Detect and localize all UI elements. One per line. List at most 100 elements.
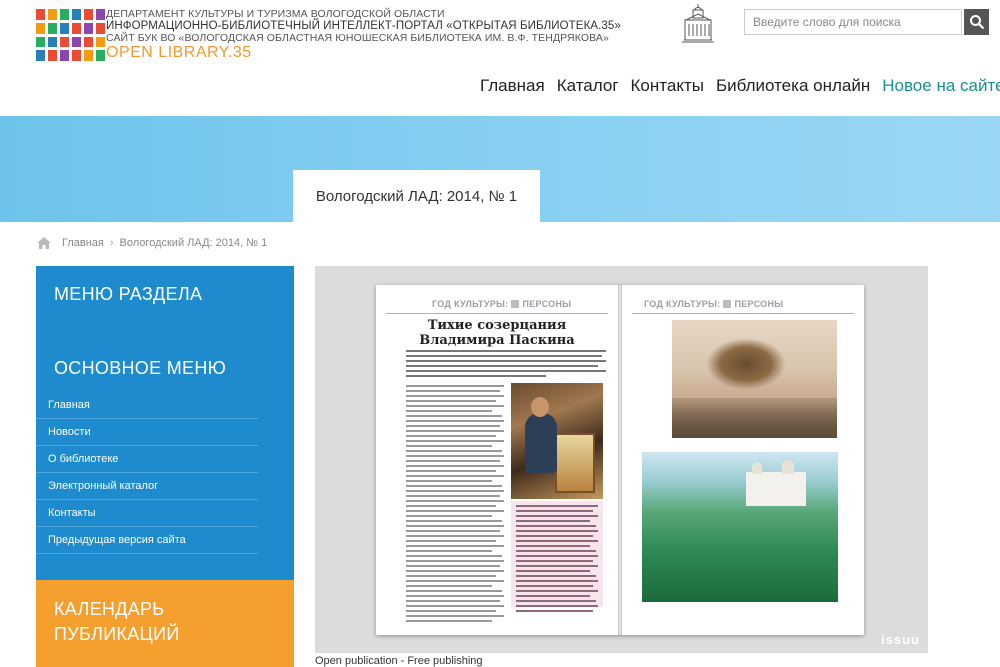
sidebar-item-previous-version[interactable]: ➜ Предыдущая версия сайта [18,527,258,554]
org-info: ДЕПАРТАМЕНТ КУЛЬТУРЫ И ТУРИЗМА ВОЛОГОДСК… [106,8,626,44]
search-icon [969,15,984,30]
logo-bar [72,9,81,61]
text-line [406,475,504,477]
text-line [516,535,594,537]
text-line [516,600,596,602]
text-line [406,505,497,507]
text-line [516,585,594,587]
text-line [406,545,504,547]
village-painting [642,452,838,602]
text-line [516,605,598,607]
org-line-department: ДЕПАРТАМЕНТ КУЛЬТУРЫ И ТУРИЗМА ВОЛОГОДСК… [106,8,445,20]
text-line [406,525,504,527]
text-line [406,370,606,372]
text-line [406,510,504,512]
sidebar-item-about[interactable]: ➜ О библиотеке [18,446,258,473]
section-label-right: ПЕРСОНЫ [734,299,784,309]
logo-bar [60,9,69,61]
magazine-page-right[interactable]: ГОД КУЛЬТУРЫ: ПЕРСОНЫ [622,285,864,635]
text-line [406,555,503,557]
site-logo-icon[interactable] [36,9,105,61]
arrow-right-icon: ➜ [18,505,33,521]
section-label: ГОД КУЛЬТУРЫ: ПЕРСОНЫ [432,297,571,311]
text-line [406,435,497,437]
brand-name[interactable]: OPEN LIBRARY.35 [106,44,252,62]
artist-head [531,397,549,417]
text-line [516,560,594,562]
page: ДЕПАРТАМЕНТ КУЛЬТУРЫ И ТУРИЗМА ВОЛОГОДСК… [0,0,1000,667]
text-line [406,620,493,622]
breadcrumb: Главная › Вологодский ЛАД: 2014, № 1 [36,236,267,250]
text-line [516,580,598,582]
text-line [406,430,504,432]
nav-item-home[interactable]: Главная [480,76,545,96]
divider [632,313,854,314]
sidebar-item-label: Главная [48,399,90,411]
sidebar-item-news[interactable]: ➜ Новости [18,419,258,446]
sidebar-item-contacts[interactable]: ➜ Контакты [18,500,258,527]
org-line-portal: ИНФОРМАЦИОННО-БИБЛИОТЕЧНЫЙ ИНТЕЛЛЕКТ-ПОР… [106,20,621,32]
text-line [406,560,504,562]
text-line [406,460,501,462]
text-line [516,505,598,507]
article-lead [406,350,606,380]
eagle-figure [706,338,786,390]
arrow-right-icon: ➜ [18,397,33,413]
logo-bar [84,9,93,61]
text-line [516,530,598,532]
breadcrumb-home[interactable]: Главная [62,237,104,249]
sidebar-item-home[interactable]: ➜ Главная [18,392,258,419]
text-line [516,575,596,577]
text-line [406,590,503,592]
text-line [406,420,504,422]
sidebar-item-label: О библиотеке [48,453,119,465]
divider [386,313,608,314]
nav-item-contacts[interactable]: Контакты [631,76,704,96]
sidebar-item-e-catalog[interactable]: ➜ Электронный каталог [18,473,258,500]
text-line [406,400,497,402]
section-menu-heading: МЕНЮ РАЗДЕЛА [54,284,203,304]
nav-item-library-online[interactable]: Библиотека онлайн [716,76,870,96]
viewer-caption[interactable]: Open publication - Free publishing [315,655,483,667]
search-button[interactable] [964,9,989,35]
site-header: ДЕПАРТАМЕНТ КУЛЬТУРЫ И ТУРИЗМА ВОЛОГОДСК… [0,0,1000,116]
article-title-line1: Тихие созерцания [427,318,567,333]
arrow-right-icon: ➜ [18,451,33,467]
text-line [516,515,598,517]
text-line [406,405,504,407]
nav-item-whats-new[interactable]: Новое на сайте [882,76,1000,96]
text-line [406,500,504,502]
nav-item-catalog[interactable]: Каталог [557,76,619,96]
text-line [516,590,598,592]
arrow-right-icon: ➜ [18,478,33,494]
magazine-spread[interactable]: ГОД КУЛЬТУРЫ: ПЕРСОНЫ Тихие созерцания В… [376,285,864,635]
section-label-right: ПЕРСОНЫ [522,299,572,309]
text-line [406,600,501,602]
magazine-page-left[interactable]: ГОД КУЛЬТУРЫ: ПЕРСОНЫ Тихие созерцания В… [376,285,618,635]
text-line [406,580,504,582]
text-line [406,585,493,587]
church-figure [746,460,806,506]
logo-bar [96,9,105,61]
main-nav: Главная Каталог Контакты Библиотека онла… [480,76,1000,96]
section-label: ГОД КУЛЬТУРЫ: ПЕРСОНЫ [644,297,783,311]
text-line [406,390,501,392]
publication-viewer[interactable]: ГОД КУЛЬТУРЫ: ПЕРСОНЫ Тихие созерцания В… [315,266,928,653]
text-line [406,395,504,397]
breadcrumb-current: Вологодский ЛАД: 2014, № 1 [119,237,268,249]
section-label-left: ГОД КУЛЬТУРЫ: [432,299,509,309]
sidebar-item-label: Электронный каталог [48,480,159,492]
main-menu-heading: ОСНОВНОЕ МЕНЮ [54,358,227,378]
home-icon[interactable] [36,236,52,250]
article-title: Тихие созерцания Владимира Паскина [386,318,608,348]
text-line [406,425,501,427]
text-line [406,540,497,542]
text-line [406,530,501,532]
issuu-watermark[interactable]: issuu [881,632,920,647]
artist-figure [525,413,557,473]
library-building-icon [682,4,714,43]
search-input[interactable] [744,9,962,35]
main-menu: ➜ Главная ➜ Новости ➜ О библиотеке ➜ Эле… [18,392,258,554]
text-line [406,410,493,412]
text-line [406,365,598,367]
